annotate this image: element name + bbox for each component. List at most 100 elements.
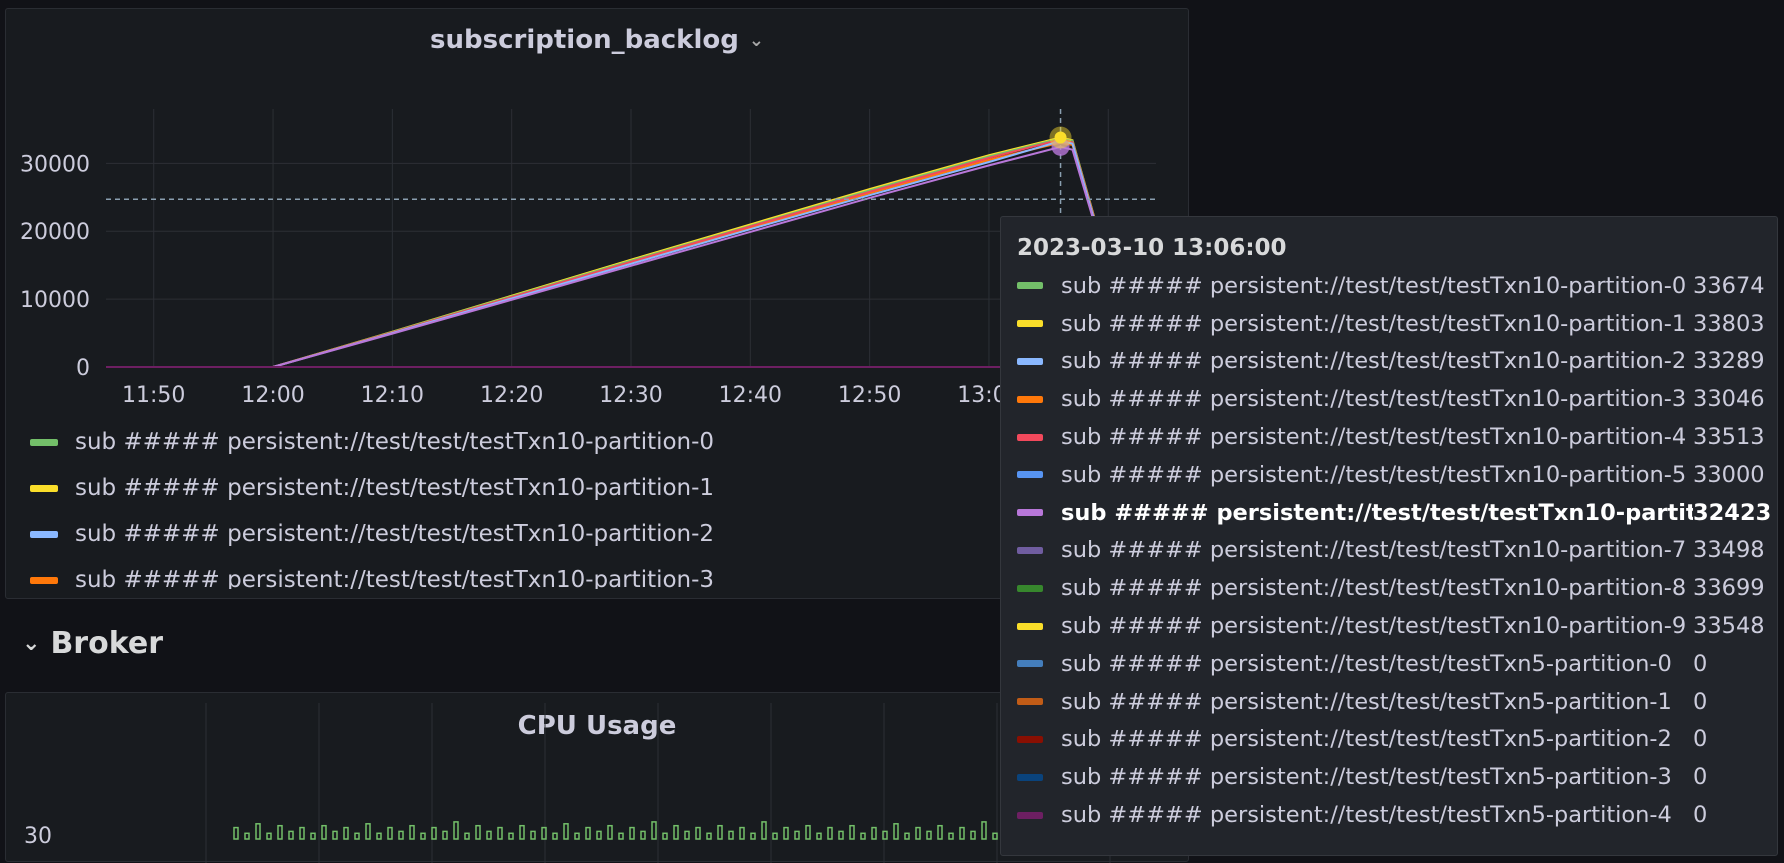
y-tick-label: 0 (76, 356, 90, 381)
series-line-4 (106, 139, 1098, 368)
tooltip-series-value: 0 (1693, 802, 1708, 829)
tooltip-series-value: 33000 (1693, 461, 1765, 488)
tooltip-series-label: sub ##### persistent://test/test/testTxn… (1061, 272, 1687, 299)
x-tick-label: 12:00 (241, 383, 304, 408)
cpu-bar (530, 830, 536, 840)
tooltip-series-value: 33674 (1693, 272, 1765, 299)
tooltip-swatch (1017, 509, 1043, 517)
legend-swatch (30, 576, 58, 584)
tooltip-row: sub ##### persistent://test/test/testTxn… (1017, 380, 1777, 418)
tooltip-series-label: sub ##### persistent://test/test/testTxn… (1061, 424, 1687, 451)
tooltip-series-value: 33289 (1693, 348, 1765, 375)
tooltip-series-label: sub ##### persistent://test/test/testTxn… (1061, 386, 1687, 413)
cpu-bar (277, 824, 283, 840)
chevron-down-icon[interactable]: ⌄ (22, 631, 40, 656)
tooltip-swatch (1017, 320, 1043, 328)
row-broker[interactable]: ⌄ Broker (22, 626, 163, 661)
cpu-bar (871, 826, 877, 840)
legend-swatch (30, 530, 58, 538)
cpu-bar (442, 830, 448, 840)
tooltip-series-label: sub ##### persistent://test/test/testTxn… (1061, 537, 1687, 564)
tooltip-series-value: 33513 (1693, 424, 1765, 451)
cpu-bar (552, 832, 558, 840)
cpu-bar (794, 830, 800, 840)
tooltip-series-value: 33803 (1693, 310, 1765, 337)
cpu-bar (805, 824, 811, 840)
cpu-bar (299, 826, 305, 840)
tooltip-row: sub ##### persistent://test/test/testTxn… (1017, 758, 1777, 796)
tooltip-swatch (1017, 773, 1043, 781)
tooltip-series-value: 0 (1693, 650, 1708, 677)
tooltip-timestamp: 2023-03-10 13:06:00 (1017, 235, 1287, 261)
cpu-bar (717, 824, 723, 840)
cpu-bar (343, 826, 349, 840)
cpu-bar (926, 830, 932, 840)
cpu-bar (640, 830, 646, 840)
cpu-bar (937, 824, 943, 840)
cpu-bar (948, 832, 954, 840)
cpu-bar (475, 824, 481, 840)
cpu-bar (519, 824, 525, 840)
cpu-bar (266, 832, 272, 840)
cpu-bar (464, 832, 470, 840)
tooltip-row: sub ##### persistent://test/test/testTxn… (1017, 456, 1777, 494)
tooltip-swatch (1017, 357, 1043, 365)
cpu-bar (497, 826, 503, 840)
tooltip-series-label: sub ##### persistent://test/test/testTxn… (1061, 310, 1687, 337)
legend-item[interactable]: sub ##### persistent://test/test/testTxn… (30, 419, 1130, 465)
cpu-bar (332, 830, 338, 840)
tooltip-swatch (1017, 698, 1043, 706)
tooltip-series-label: sub ##### persistent://test/test/testTxn… (1061, 802, 1672, 829)
cpu-bar (959, 826, 965, 840)
x-tick-label: 12:40 (719, 383, 782, 408)
tooltip-series-label: sub ##### persistent://test/test/testTxn… (1061, 348, 1687, 375)
tooltip-swatch (1017, 735, 1043, 743)
cpu-bar (728, 830, 734, 840)
cpu-bar (860, 832, 866, 840)
cpu-bar (992, 832, 998, 840)
tooltip-row: sub ##### persistent://test/test/testTxn… (1017, 532, 1777, 570)
tooltip-row: sub ##### persistent://test/test/testTxn… (1017, 796, 1777, 834)
series-line-5 (106, 145, 1098, 368)
tooltip-series-label: sub ##### persistent://test/test/testTxn… (1061, 499, 1693, 526)
cpu-bar (816, 832, 822, 840)
cpu-bar (365, 823, 371, 840)
cpu-bar (783, 826, 789, 840)
tooltip-swatch (1017, 282, 1043, 290)
legend-label: sub ##### persistent://test/test/testTxn… (75, 567, 715, 589)
cpu-bar (695, 826, 701, 840)
cpu-bar (233, 826, 239, 840)
cpu-bar (849, 824, 855, 840)
tooltip-series-label: sub ##### persistent://test/test/testTxn… (1061, 575, 1687, 602)
cpu-bar (310, 832, 316, 840)
tooltip-series-value: 33548 (1693, 613, 1765, 640)
x-tick-label: 12:10 (361, 383, 424, 408)
tooltip-row: sub ##### persistent://test/test/testTxn… (1017, 645, 1777, 683)
y-tick-label: 20000 (20, 220, 90, 245)
cpu-bar (453, 821, 459, 840)
cpu-bar (387, 826, 393, 840)
x-tick-label: 12:20 (480, 383, 543, 408)
cpu-bar (915, 826, 921, 840)
tooltip-series-label: sub ##### persistent://test/test/testTxn… (1061, 650, 1672, 677)
legend-item[interactable]: sub ##### persistent://test/test/testTxn… (30, 465, 1130, 511)
cpu-bar (981, 821, 987, 840)
tooltip-series-label: sub ##### persistent://test/test/testTxn… (1061, 461, 1687, 488)
legend-item[interactable]: sub ##### persistent://test/test/testTxn… (30, 557, 1130, 589)
tooltip-swatch (1017, 584, 1043, 592)
cpu-bar (772, 832, 778, 840)
legend-item[interactable]: sub ##### persistent://test/test/testTxn… (30, 511, 1130, 557)
tooltip-row: sub ##### persistent://test/test/testTxn… (1017, 494, 1777, 532)
cpu-bar (409, 824, 415, 840)
tooltip-swatch (1017, 660, 1043, 668)
cpu-bar (244, 832, 250, 840)
tooltip-row: sub ##### persistent://test/test/testTxn… (1017, 683, 1777, 721)
cpu-bar (750, 832, 756, 840)
tooltip-row: sub ##### persistent://test/test/testTxn… (1017, 305, 1777, 343)
legend-swatch (30, 438, 58, 446)
tooltip-series-value: 0 (1693, 726, 1708, 753)
cpu-bar (893, 823, 899, 840)
tooltip-series-value: 0 (1693, 688, 1708, 715)
x-tick-label: 11:50 (122, 383, 185, 408)
cpu-bar (255, 823, 261, 840)
